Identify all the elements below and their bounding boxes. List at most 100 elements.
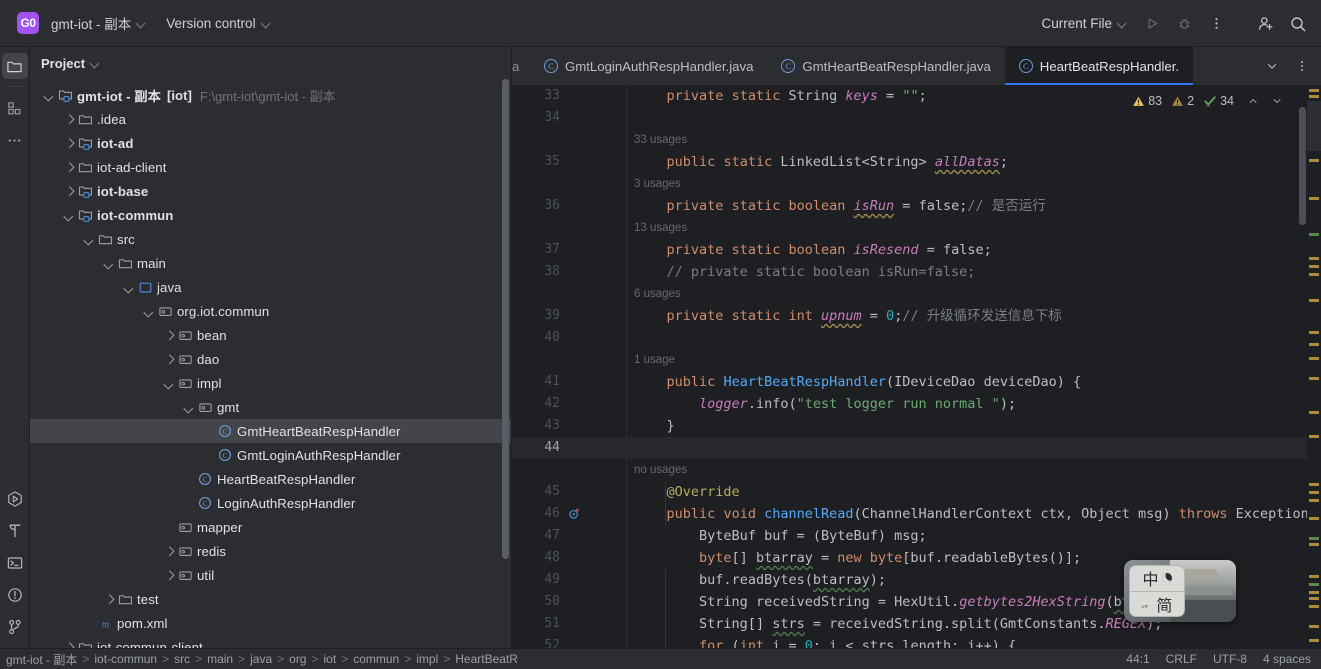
code-line[interactable]: 46 public void channelRead(ChannelHandle… <box>512 503 1321 525</box>
tree-node-main[interactable]: main <box>30 251 511 275</box>
code-line[interactable]: 39 private static int upnum = 0;// 升级循环发… <box>512 305 1321 327</box>
line-number[interactable]: 46 <box>512 503 560 525</box>
project-panel-header[interactable]: Project <box>30 47 511 79</box>
tree-node-loginauthresphandler[interactable]: C LoginAuthRespHandler <box>30 491 511 515</box>
breadcrumb-item[interactable]: HeartBeatR <box>455 652 518 666</box>
code-line[interactable]: 43 } <box>512 415 1321 437</box>
line-number[interactable]: 40 <box>512 327 560 349</box>
sidebar-item-version-control[interactable] <box>2 614 28 640</box>
usage-hint[interactable]: 6 usages <box>634 283 681 305</box>
indent-setting[interactable]: 4 spaces <box>1263 652 1311 666</box>
line-number[interactable]: 41 <box>512 371 560 393</box>
tree-node-mapper[interactable]: mapper <box>30 515 511 539</box>
line-number[interactable]: 52 <box>512 635 560 648</box>
breadcrumb-item[interactable]: main <box>207 652 233 666</box>
line-number[interactable]: 38 <box>512 261 560 283</box>
tree-node-idea[interactable]: .idea <box>30 107 511 131</box>
chevron-down-icon[interactable] <box>60 207 76 223</box>
more-actions-button[interactable] <box>1201 9 1231 39</box>
breadcrumb-item[interactable]: java <box>250 652 272 666</box>
project-panel-scrollbar[interactable] <box>502 79 509 559</box>
chevron-right-icon[interactable] <box>60 639 76 648</box>
project-tree[interactable]: gmt-iot - 副本 [iot] F:\gmt-iot\gmt-iot - 副本… <box>30 79 511 648</box>
stripe-marker-warning[interactable] <box>1309 331 1319 334</box>
chevron-down-icon[interactable] <box>120 279 136 295</box>
editor-vertical-scrollbar[interactable] <box>1299 107 1306 225</box>
chevron-right-icon[interactable] <box>60 135 76 151</box>
usage-hint[interactable]: 3 usages <box>634 173 681 195</box>
tree-node-gmt[interactable]: gmt <box>30 395 511 419</box>
stripe-marker-warning[interactable] <box>1309 575 1319 578</box>
line-number[interactable]: 33 <box>512 85 560 107</box>
chevron-right-icon[interactable] <box>60 159 76 175</box>
stripe-marker-warning[interactable] <box>1309 95 1319 98</box>
encoding[interactable]: UTF-8 <box>1213 652 1247 666</box>
stripe-marker-warning[interactable] <box>1309 591 1319 594</box>
chevron-down-icon[interactable] <box>160 375 176 391</box>
breadcrumb-item[interactable]: gmt-iot - 副本 <box>6 651 77 668</box>
line-number[interactable]: 34 <box>512 107 560 129</box>
typo-count-group[interactable]: 34 <box>1203 94 1234 108</box>
breadcrumb-item[interactable]: commun <box>353 652 399 666</box>
breadcrumb-item[interactable]: iot-commun <box>94 652 157 666</box>
chevron-right-icon[interactable] <box>160 327 176 343</box>
sidebar-item-more[interactable] <box>2 127 28 153</box>
line-number[interactable]: 47 <box>512 525 560 547</box>
sidebar-item-run[interactable] <box>2 486 28 512</box>
breadcrumb-item[interactable]: impl <box>416 652 438 666</box>
chevron-down-icon[interactable] <box>180 399 196 415</box>
code-line[interactable]: 41 public HeartBeatRespHandler(IDeviceDa… <box>512 371 1321 393</box>
sidebar-item-problems[interactable] <box>2 582 28 608</box>
previous-highlight-button[interactable] <box>1243 91 1263 111</box>
stripe-marker-warning[interactable] <box>1309 257 1319 260</box>
tree-node-impl[interactable]: impl <box>30 371 511 395</box>
usage-hint[interactable]: 13 usages <box>634 217 687 239</box>
stripe-marker-warning[interactable] <box>1309 517 1319 520</box>
line-number[interactable]: 50 <box>512 591 560 613</box>
tree-node-gmtheartbeatresphandler[interactable]: C GmtHeartBeatRespHandler <box>30 419 511 444</box>
code-line[interactable]: 47 ByteBuf buf = (ByteBuf) msg; <box>512 525 1321 547</box>
tree-node-heartbeatresphandler[interactable]: C HeartBeatRespHandler <box>30 467 511 491</box>
tab-list-button[interactable] <box>1257 51 1287 81</box>
code-line[interactable]: 44 <box>512 437 1321 459</box>
code-line[interactable]: 36 private static boolean isRun = false;… <box>512 195 1321 217</box>
tab-more-button[interactable] <box>1287 51 1317 81</box>
chevron-right-icon[interactable] <box>160 351 176 367</box>
chevron-down-icon[interactable] <box>100 255 116 271</box>
stripe-marker-warning[interactable] <box>1309 597 1319 600</box>
project-switcher[interactable]: gmt-iot - 副本 <box>43 10 154 36</box>
tree-node-iot-base[interactable]: iot-base <box>30 179 511 203</box>
stripe-marker-ok[interactable] <box>1309 583 1319 586</box>
sidebar-item-project[interactable] <box>1 53 28 79</box>
chevron-right-icon[interactable] <box>160 567 176 583</box>
debug-button[interactable] <box>1169 9 1199 39</box>
stripe-marker-warning[interactable] <box>1309 159 1319 162</box>
line-separator[interactable]: CRLF <box>1166 652 1197 666</box>
tree-node-src[interactable]: src <box>30 227 511 251</box>
tree-node-dao[interactable]: dao <box>30 347 511 371</box>
tree-node-bean[interactable]: bean <box>30 323 511 347</box>
usage-hint[interactable]: no usages <box>634 459 687 481</box>
inspection-widget[interactable]: 83 2 34 <box>1132 91 1287 111</box>
stripe-marker-warning[interactable] <box>1309 265 1319 268</box>
stripe-marker-ok[interactable] <box>1309 233 1319 236</box>
tree-node-test[interactable]: test <box>30 587 511 611</box>
line-number[interactable]: 43 <box>512 415 560 437</box>
editor-tab-gmtloginauthresphandler[interactable]: C GmtLoginAuthRespHandler.java <box>530 47 767 85</box>
chevron-down-icon[interactable] <box>80 231 96 247</box>
stripe-marker-warning[interactable] <box>1309 357 1319 360</box>
search-button[interactable] <box>1283 9 1313 39</box>
weak-warning-count-group[interactable]: 2 <box>1171 94 1194 108</box>
line-number[interactable]: 36 <box>512 195 560 217</box>
line-number[interactable]: 48 <box>512 547 560 569</box>
line-number[interactable]: 45 <box>512 481 560 503</box>
tree-node-util[interactable]: util <box>30 563 511 587</box>
tree-node-gmtloginauthresphandler[interactable]: C GmtLoginAuthRespHandler <box>30 443 511 467</box>
breadcrumb-item[interactable]: iot <box>324 652 337 666</box>
breadcrumb-item[interactable]: src <box>174 652 190 666</box>
editor-tab-gmtheartbeatresphandler[interactable]: C GmtHeartBeatRespHandler.java <box>767 47 1004 85</box>
tree-node-iot-commun[interactable]: iot-commun <box>30 203 511 227</box>
error-stripe[interactable] <box>1307 85 1321 648</box>
overriding-method-icon[interactable] <box>568 507 581 525</box>
sidebar-item-build[interactable] <box>2 518 28 544</box>
